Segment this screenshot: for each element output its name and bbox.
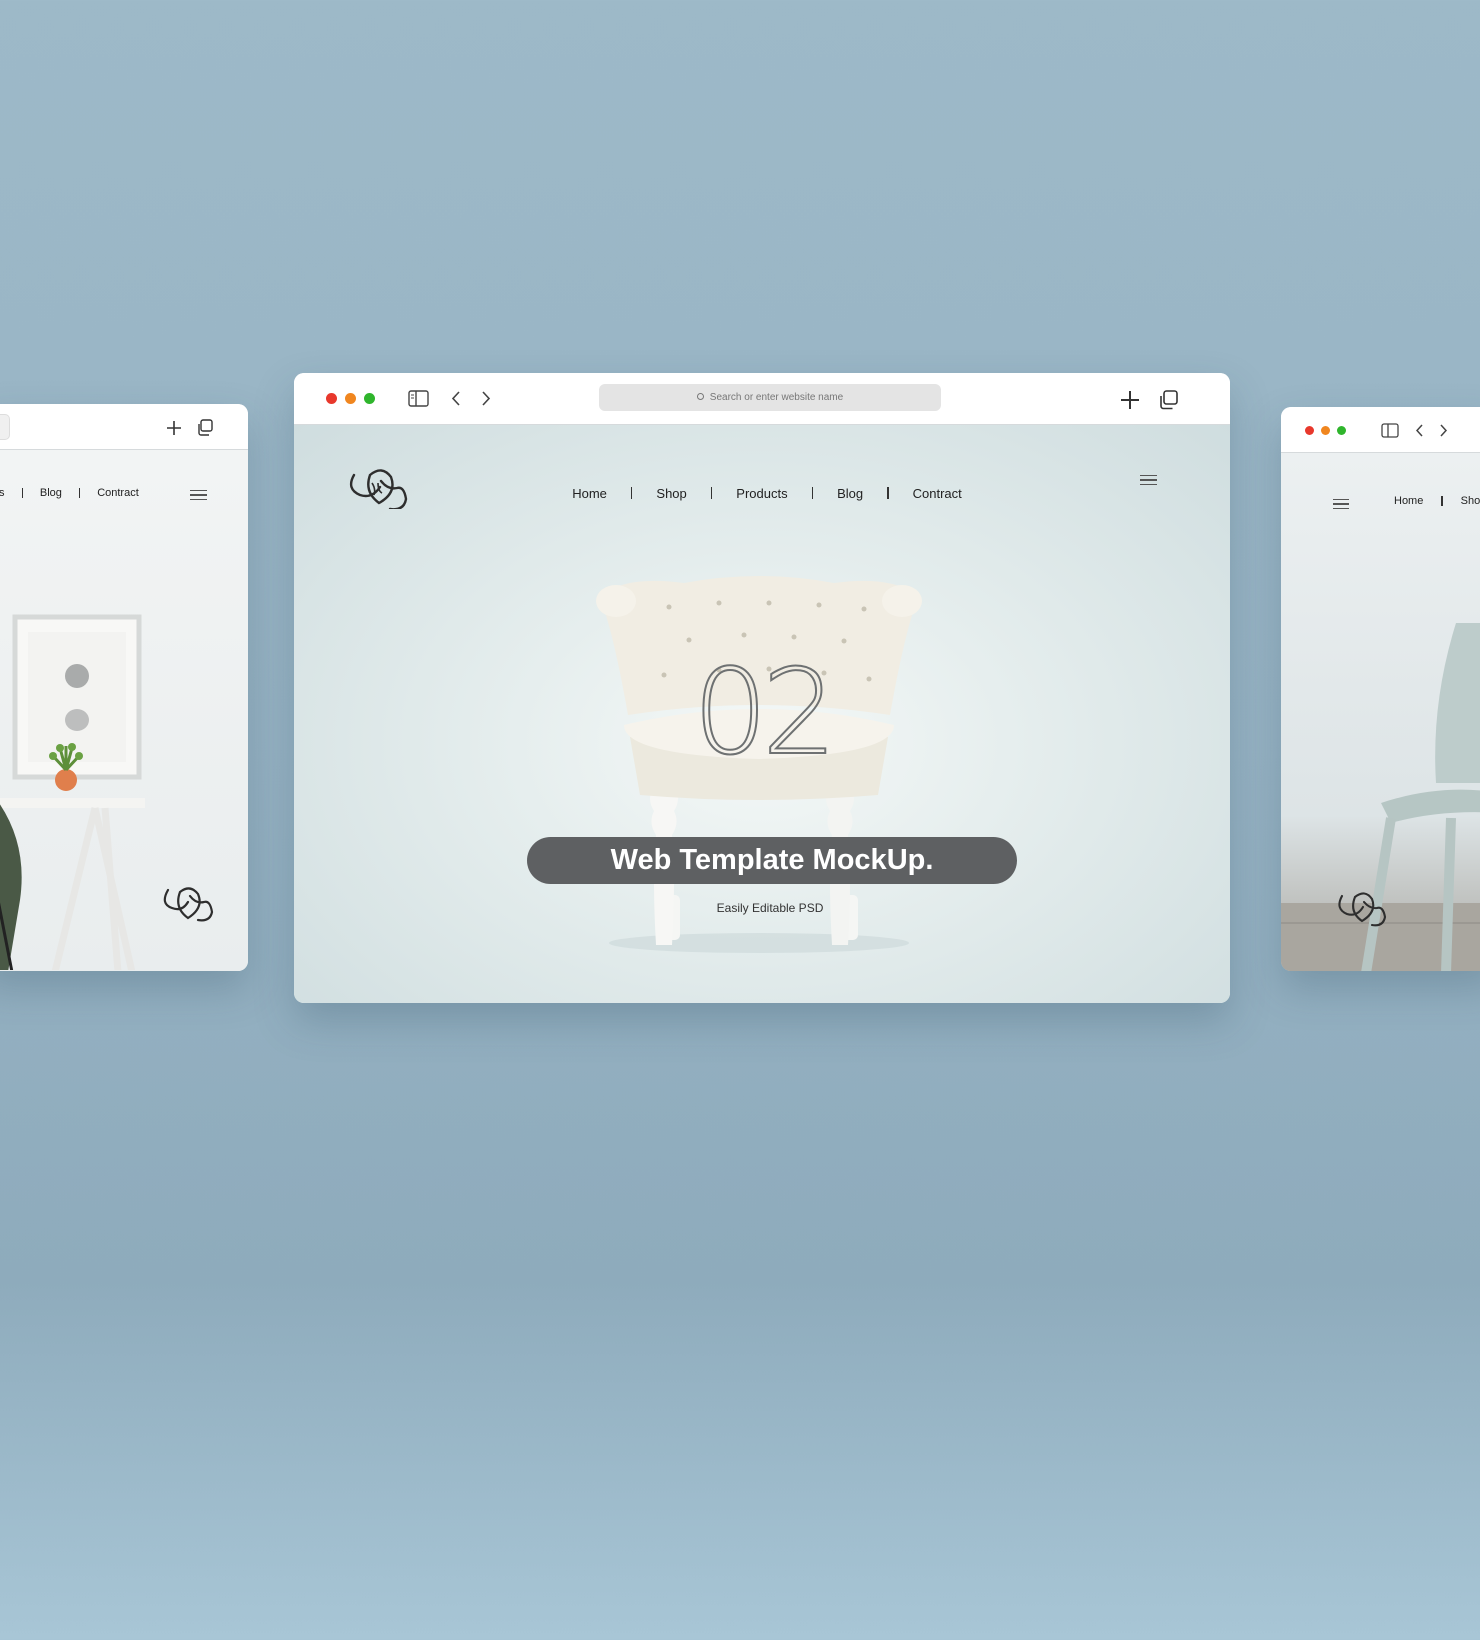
hero-subtitle: Easily Editable PSD [716,901,824,915]
minimize-window-button[interactable] [1321,426,1330,435]
hamburger-menu-icon[interactable] [1333,499,1349,512]
back-chevron-icon[interactable] [1414,423,1424,438]
nav-item-contract[interactable]: Contract [889,486,986,501]
nav-item-contract[interactable]: Contract [97,487,139,499]
nav-item-home[interactable]: Home [1394,495,1423,507]
nav-item-shop[interactable]: Shop [632,486,710,501]
hero-slide-number: 02 [692,642,838,782]
page-content: Home Shop Products Blog Contract 02 Web … [294,425,1230,1003]
back-chevron-icon[interactable] [450,390,462,407]
hero-title-banner: Web Template MockUp. [527,837,1017,884]
nav-separator [21,488,23,498]
tabs-overview-icon[interactable] [1158,390,1178,410]
forward-chevron-icon[interactable] [1439,423,1449,438]
nav-separator [1441,496,1443,506]
minimize-window-button[interactable] [345,393,356,404]
url-placeholder: Search or enter website name [709,392,844,403]
hamburger-menu-icon[interactable] [190,490,207,503]
browser-toolbar-right [1281,407,1480,453]
url-bar[interactable]: Search or enter website name [599,384,941,411]
browser-window-left: ts Blog Contract [0,404,248,971]
brand-logo [1338,892,1387,927]
browser-window-main: Search or enter website name Home Shop P… [294,373,1230,1003]
nav-item-home[interactable]: Home [548,486,631,501]
browser-window-right: Home Sho [1281,407,1480,971]
new-tab-plus-icon[interactable] [1120,390,1140,410]
page-content-right: Home Sho [1281,453,1480,971]
nav-separator [78,488,81,498]
sidebar-icon[interactable] [1381,423,1399,438]
close-window-button[interactable] [326,393,337,404]
forward-chevron-icon[interactable] [480,390,492,407]
maximize-window-button[interactable] [364,393,375,404]
new-tab-plus-icon[interactable] [166,420,182,436]
nav-item-shop-partial[interactable]: Sho [1461,495,1480,507]
nav-item-products[interactable]: Products [712,486,811,501]
browser-toolbar: Search or enter website name [294,373,1230,425]
browser-toolbar-left [0,404,248,450]
nav-item-blog[interactable]: Blog [813,486,887,501]
sidebar-icon[interactable] [408,390,429,407]
main-nav: Home Shop Products Blog Contract [294,481,1230,505]
search-icon [696,393,704,400]
nav-right: Home Sho [1394,495,1480,507]
close-window-button[interactable] [1305,426,1314,435]
nav-left: ts Blog Contract [0,487,139,499]
tabs-overview-icon[interactable] [196,419,213,436]
mockup-scene: ts Blog Contract [0,0,1480,1640]
hamburger-menu-icon[interactable] [1140,475,1157,488]
maximize-window-button[interactable] [1337,426,1346,435]
page-content-left: ts Blog Contract [0,450,248,971]
brand-logo [163,887,214,922]
nav-item-blog[interactable]: Blog [40,487,62,499]
nav-item-partial[interactable]: ts [0,487,5,499]
url-bar-fragment[interactable] [0,414,10,440]
